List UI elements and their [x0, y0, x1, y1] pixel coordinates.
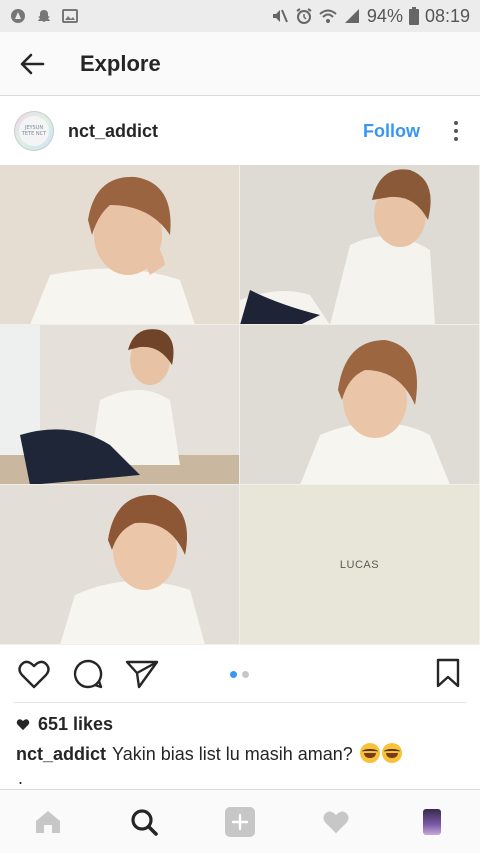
nav-profile[interactable] [408, 798, 456, 846]
profile-avatar [423, 808, 441, 835]
like-button[interactable] [16, 656, 52, 692]
page-title: Explore [80, 50, 161, 76]
photo-cell [0, 325, 240, 485]
nav-activity[interactable] [312, 798, 360, 846]
portrait-photo [0, 485, 239, 644]
photo-cell [240, 325, 480, 485]
photo-cell [0, 485, 240, 645]
status-notifications [10, 8, 78, 24]
post-header: JEYSUN TETE NCT nct_addict Follow [0, 97, 480, 165]
clock: 08:19 [424, 5, 470, 26]
comment-button[interactable] [70, 656, 106, 692]
nav-home[interactable] [24, 798, 72, 846]
likes-count[interactable]: 651 likes [16, 714, 113, 735]
post-image[interactable]: LUCAS [0, 165, 480, 645]
carousel-dot [230, 671, 237, 678]
more-dot-icon [454, 137, 458, 141]
follow-button[interactable]: Follow [363, 121, 420, 142]
wifi-icon [319, 9, 337, 23]
avatar[interactable]: JEYSUN TETE NCT [14, 111, 54, 151]
search-icon [131, 808, 158, 836]
post-caption: nct_addict Yakin bias list lu masih aman? [16, 742, 468, 766]
heart-icon [323, 811, 349, 833]
comment-icon [73, 659, 103, 689]
top-app-bar: Explore [0, 32, 480, 96]
send-icon [125, 660, 159, 689]
photo-caption: LUCAS [240, 485, 479, 644]
nav-new-post[interactable] [216, 798, 264, 846]
heart-filled-icon [16, 719, 30, 731]
bottom-navigation [0, 789, 480, 853]
bookmark-icon [436, 658, 460, 688]
more-options-button[interactable] [446, 121, 466, 141]
heart-outline-icon [18, 660, 50, 689]
portrait-photo [0, 325, 239, 484]
home-icon [36, 810, 60, 833]
mute-icon [272, 9, 288, 23]
photo-cell: LUCAS [240, 485, 480, 645]
carousel-dot [242, 671, 249, 678]
avatar-text: JEYSUN TETE NCT [19, 116, 49, 146]
portrait-photo [240, 165, 479, 324]
divider [14, 702, 466, 703]
photo-cell [0, 165, 240, 325]
share-button[interactable] [124, 656, 160, 692]
laughing-emoji-icon [381, 743, 402, 763]
nav-search[interactable] [120, 798, 168, 846]
signal-icon [344, 9, 359, 23]
caption-username[interactable]: nct_addict [16, 744, 106, 764]
more-dot-icon [454, 129, 458, 133]
back-button[interactable] [0, 32, 64, 96]
plus-square-icon [225, 806, 255, 837]
caption-text: Yakin bias list lu masih aman? [112, 744, 353, 764]
arrow-left-icon [20, 53, 45, 74]
caption-continuation: . [18, 768, 24, 788]
photo-cell [240, 165, 480, 325]
alarm-icon [296, 8, 312, 24]
laughing-emoji-icon [359, 743, 380, 763]
battery-icon [408, 7, 419, 25]
status-system: 94% 08:19 [271, 6, 470, 27]
likes-label: 651 likes [38, 714, 114, 734]
post-actions [0, 645, 480, 703]
battery-percent: 94% [366, 5, 403, 26]
carousel-indicator [230, 671, 249, 678]
portrait-photo [240, 325, 479, 484]
more-dot-icon [454, 121, 458, 125]
status-bar: 94% 08:19 [0, 0, 480, 32]
portrait-photo [0, 165, 239, 324]
gallery-icon [62, 9, 78, 23]
snapchat-icon [38, 10, 50, 22]
app-notification-icon [11, 9, 25, 23]
post-username[interactable]: nct_addict [68, 121, 363, 142]
save-button[interactable] [436, 658, 460, 693]
